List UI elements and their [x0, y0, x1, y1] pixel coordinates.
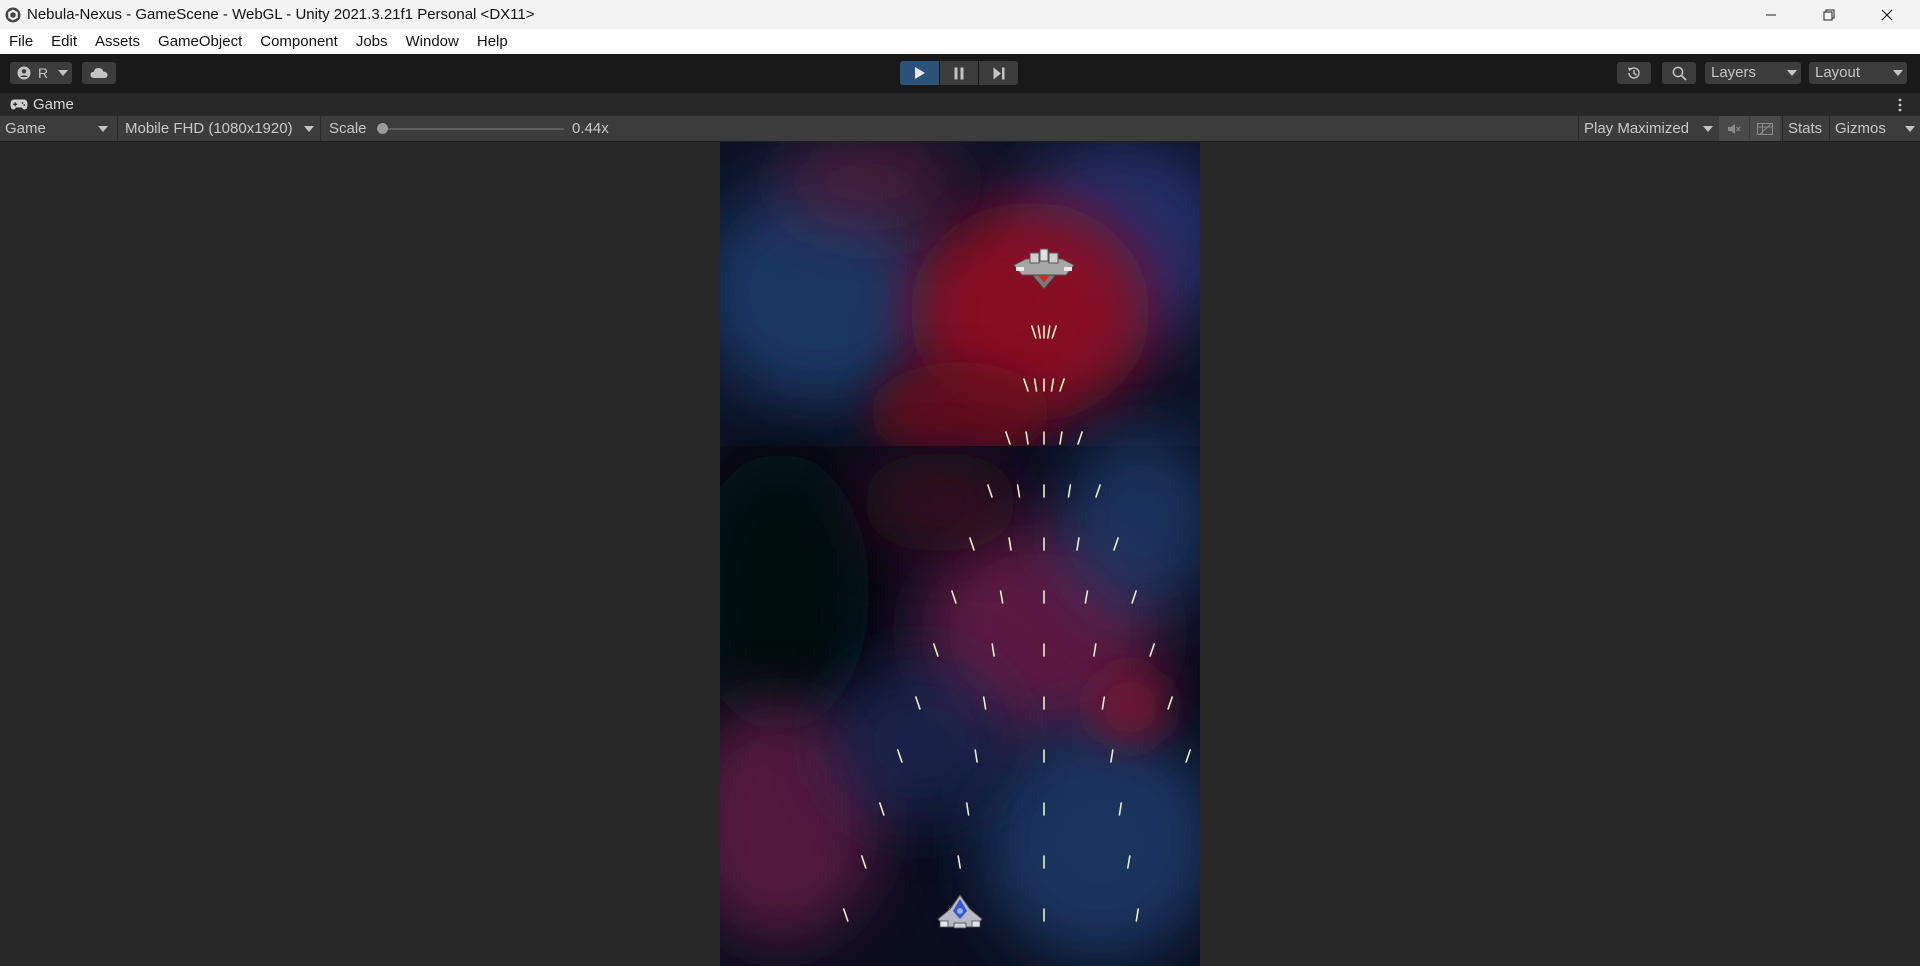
layers-label: Layers [1711, 64, 1757, 81]
nebula-background-top [720, 142, 1200, 462]
menu-bar: File Edit Assets GameObject Component Jo… [0, 29, 1920, 54]
window-title: Nebula-Nexus - GameScene - WebGL - Unity… [27, 6, 535, 23]
menu-jobs[interactable]: Jobs [347, 29, 397, 54]
display-dropdown[interactable]: Game [5, 116, 110, 141]
grid-icon [1757, 122, 1773, 135]
toolbar-divider [1782, 116, 1783, 141]
close-window-button[interactable] [1858, 0, 1916, 29]
account-icon [17, 66, 31, 80]
kebab-menu-icon[interactable] [1898, 98, 1902, 112]
chevron-down-icon [1905, 126, 1915, 132]
layout-label: Layout [1815, 64, 1861, 81]
resolution-dropdown[interactable]: Mobile FHD (1080x1920) [125, 116, 315, 141]
scale-slider-handle[interactable] [377, 123, 388, 134]
menu-assets[interactable]: Assets [86, 29, 149, 54]
pause-icon [954, 67, 964, 79]
unity-logo-icon [5, 7, 21, 22]
window-title-bar: Nebula-Nexus - GameScene - WebGL - Unity… [0, 0, 1920, 29]
game-canvas[interactable] [720, 142, 1200, 966]
restore-button[interactable] [1800, 0, 1858, 29]
account-label: R [38, 65, 49, 81]
cloud-button[interactable] [82, 62, 116, 84]
gizmos-label: Gizmos [1835, 120, 1886, 137]
menu-file[interactable]: File [0, 29, 42, 54]
resolution-label: Mobile FHD (1080x1920) [125, 120, 293, 137]
close-icon [1881, 9, 1893, 20]
chevron-down-icon [1787, 70, 1797, 76]
gizmos-dropdown[interactable]: Gizmos [1835, 116, 1920, 141]
minimize-button[interactable] [1742, 0, 1800, 29]
stats-button[interactable]: Stats [1788, 116, 1822, 141]
tab-game-label: Game [33, 96, 74, 113]
tab-bar: Game [0, 92, 1920, 116]
menu-edit[interactable]: Edit [42, 29, 86, 54]
toolbar-divider [1829, 116, 1830, 141]
tab-game[interactable]: Game [0, 93, 80, 116]
chevron-down-icon [304, 126, 314, 132]
shortcuts-toggle[interactable] [1750, 116, 1780, 141]
menu-window[interactable]: Window [397, 29, 468, 54]
game-view-toolbar: Game Mobile FHD (1080x1920) Scale 0.44x … [0, 116, 1920, 142]
chevron-down-icon [98, 126, 108, 132]
game-viewport[interactable] [0, 142, 1920, 966]
toolbar-divider [1578, 116, 1579, 141]
scale-label: Scale [329, 120, 367, 137]
game-render [720, 142, 1200, 966]
mute-audio-toggle[interactable] [1719, 116, 1749, 141]
chevron-down-icon [1893, 70, 1903, 76]
play-icon [914, 67, 925, 79]
step-button[interactable] [979, 61, 1018, 85]
play-mode-label: Play Maximized [1584, 120, 1690, 137]
search-icon [1672, 66, 1687, 81]
scale-value: 0.44x [572, 120, 609, 137]
chevron-down-icon [1703, 126, 1713, 132]
play-button[interactable] [900, 61, 939, 85]
chevron-down-icon [58, 70, 68, 76]
cloud-icon [90, 68, 108, 78]
search-button[interactable] [1662, 62, 1696, 84]
toolbar-divider [320, 116, 321, 141]
menu-component[interactable]: Component [251, 29, 347, 54]
main-toolbar: R Layers Layout [0, 54, 1920, 92]
history-icon [1628, 67, 1640, 79]
toolbar-divider [117, 116, 118, 141]
minimize-icon [1766, 14, 1776, 15]
play-mode-dropdown[interactable]: Play Maximized [1584, 116, 1714, 141]
restore-icon [1823, 9, 1835, 20]
pause-button[interactable] [940, 61, 978, 85]
account-dropdown[interactable]: R [10, 62, 72, 84]
gamepad-icon [10, 99, 28, 110]
menu-gameobject[interactable]: GameObject [149, 29, 251, 54]
history-button[interactable] [1617, 62, 1651, 84]
layers-dropdown[interactable]: Layers [1705, 62, 1801, 84]
scale-slider-track[interactable] [377, 128, 564, 130]
display-label: Game [5, 120, 46, 137]
step-icon [993, 67, 1004, 79]
mute-audio-icon [1728, 123, 1741, 134]
layout-dropdown[interactable]: Layout [1809, 62, 1907, 84]
nebula-background-bottom [720, 432, 1200, 966]
menu-help[interactable]: Help [468, 29, 517, 54]
